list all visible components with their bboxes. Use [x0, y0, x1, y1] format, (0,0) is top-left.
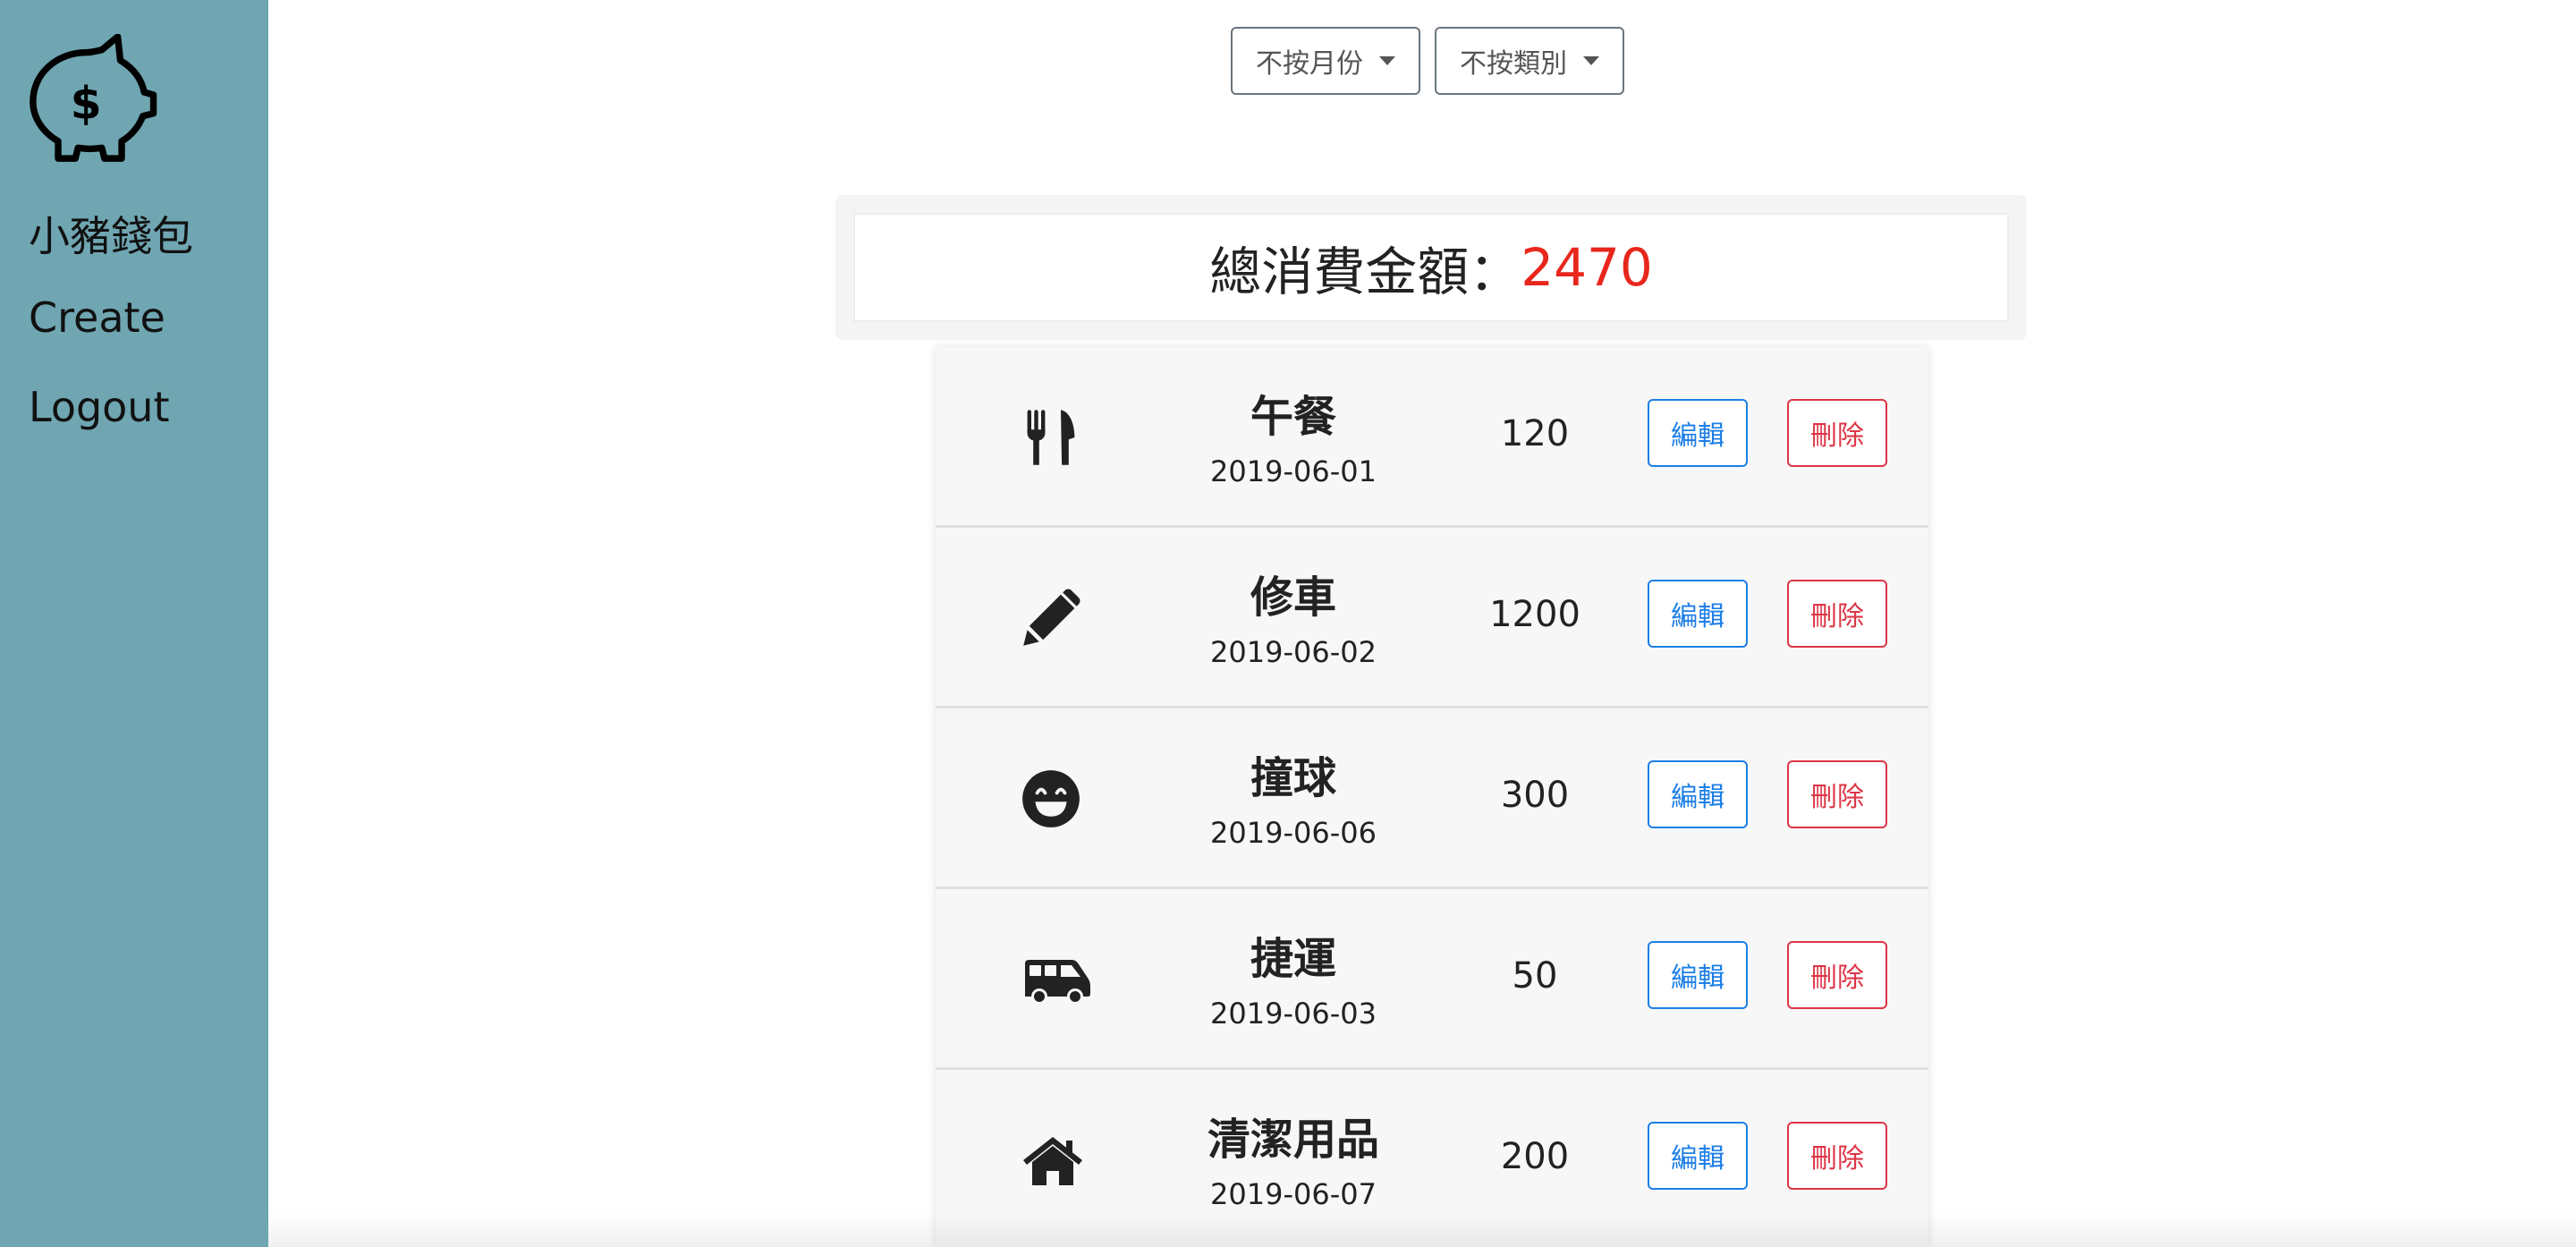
delete-button[interactable]: 刪除	[1787, 941, 1887, 1009]
record-date: 2019-06-07	[1210, 1177, 1377, 1211]
record-amount: 300	[1500, 775, 1570, 816]
record-name: 午餐	[1250, 392, 1336, 442]
sidebar-item-create[interactable]: Create	[29, 293, 165, 342]
grin-icon	[1022, 770, 1080, 827]
chevron-down-icon	[1379, 56, 1395, 65]
edit-button[interactable]: 編輯	[1648, 941, 1748, 1009]
record-name: 修車	[1250, 573, 1336, 623]
piggy-bank-logo-icon[interactable]: $	[25, 34, 157, 166]
record-date: 2019-06-01	[1210, 454, 1377, 488]
category-filter-dropdown[interactable]: 不按類別	[1435, 27, 1624, 95]
svg-text:$: $	[71, 77, 102, 130]
chevron-down-icon	[1583, 56, 1599, 65]
delete-button[interactable]: 刪除	[1787, 580, 1887, 648]
record-name: 撞球	[1250, 753, 1336, 803]
month-filter-label: 不按月份	[1256, 48, 1363, 80]
month-filter-dropdown[interactable]: 不按月份	[1231, 27, 1420, 95]
record-date: 2019-06-02	[1210, 635, 1377, 669]
sidebar-item-home[interactable]: 小豬錢包	[29, 204, 193, 263]
category-filter-label: 不按類別	[1460, 48, 1567, 80]
delete-button[interactable]: 刪除	[1787, 399, 1887, 467]
record-amount: 50	[1512, 955, 1558, 997]
record-name: 清潔用品	[1207, 1115, 1379, 1165]
list-item: 捷運 2019-06-03 50 編輯 刪除	[936, 889, 1928, 1070]
delete-button[interactable]: 刪除	[1787, 760, 1887, 828]
edit-button[interactable]: 編輯	[1648, 1122, 1748, 1190]
delete-button[interactable]: 刪除	[1787, 1122, 1887, 1190]
total-summary: 總消費金額： 2470	[853, 213, 2009, 322]
list-item: 撞球 2019-06-06 300 編輯 刪除	[936, 708, 1928, 889]
list-item: 午餐 2019-06-01 120 編輯 刪除	[936, 347, 1928, 528]
record-amount: 1200	[1489, 594, 1580, 635]
home-icon	[1023, 1137, 1082, 1185]
sidebar-item-logout[interactable]: Logout	[29, 383, 170, 431]
record-amount: 200	[1500, 1136, 1570, 1177]
total-summary-card: 總消費金額： 2470	[835, 195, 2027, 340]
record-date: 2019-06-06	[1210, 816, 1377, 850]
edit-button[interactable]: 編輯	[1648, 760, 1748, 828]
total-amount: 2470	[1521, 237, 1653, 298]
total-label: 總消費金額：	[1209, 242, 1521, 302]
record-amount: 120	[1500, 413, 1570, 454]
edit-button[interactable]: 編輯	[1648, 399, 1748, 467]
filter-bar: 不按月份 不按類別	[1231, 27, 1624, 95]
record-date: 2019-06-03	[1210, 997, 1377, 1031]
list-item: 清潔用品 2019-06-07 200 編輯 刪除	[936, 1070, 1928, 1247]
record-list: 午餐 2019-06-01 120 編輯 刪除 修車 2019-06-02 12…	[936, 347, 1928, 1247]
pencil-icon	[1023, 589, 1080, 646]
utensils-icon	[1027, 410, 1075, 465]
record-name: 捷運	[1250, 934, 1336, 984]
shuttle-van-icon	[1025, 960, 1090, 1005]
list-item: 修車 2019-06-02 1200 編輯 刪除	[936, 528, 1928, 708]
sidebar: $ 小豬錢包 Create Logout	[0, 0, 268, 1247]
edit-button[interactable]: 編輯	[1648, 580, 1748, 648]
